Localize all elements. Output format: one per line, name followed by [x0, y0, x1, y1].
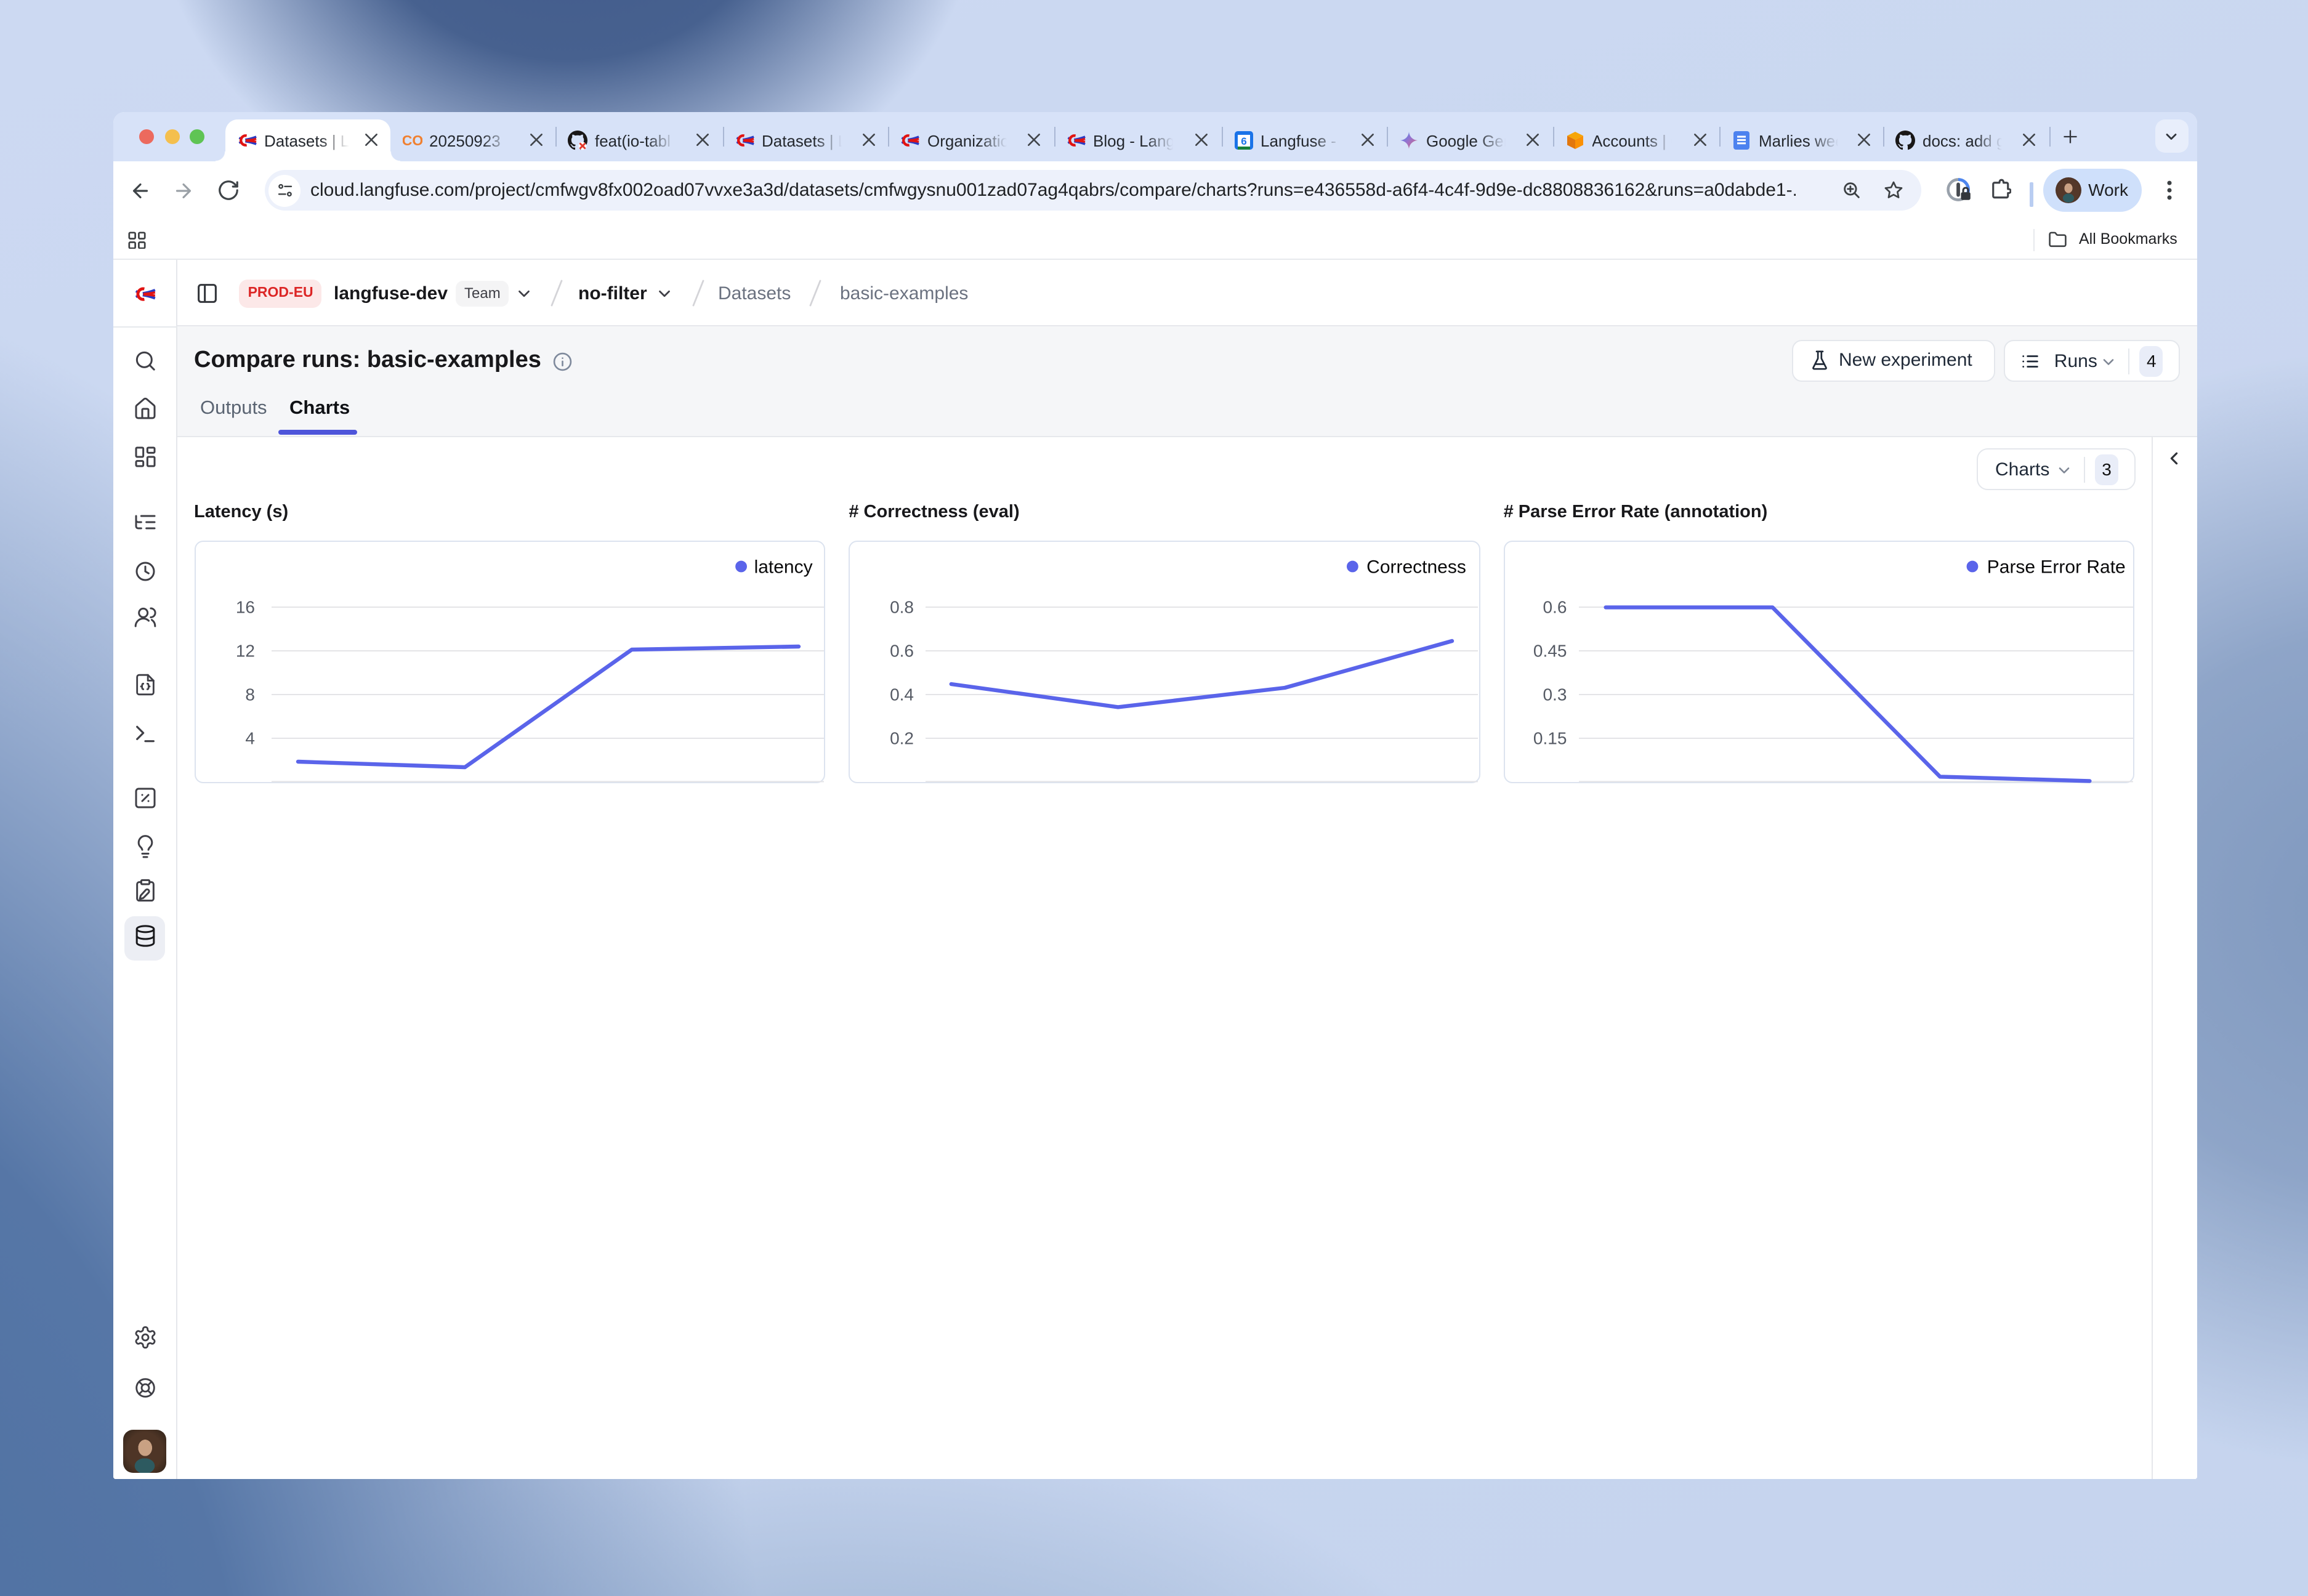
svg-text:12: 12: [235, 640, 254, 659]
svg-text:CO: CO: [402, 132, 422, 148]
svg-text:0.4: 0.4: [890, 684, 914, 703]
svg-text:4: 4: [244, 728, 254, 747]
svg-text:0.2: 0.2: [890, 728, 914, 747]
svg-text:16: 16: [235, 597, 254, 616]
svg-text:0.6: 0.6: [1543, 597, 1567, 616]
svg-text:0.3: 0.3: [1543, 684, 1567, 703]
svg-text:0.6: 0.6: [890, 640, 914, 659]
svg-text:8: 8: [244, 684, 254, 703]
svg-text:6: 6: [1240, 135, 1246, 147]
svg-text:Parse Error Rate: Parse Error Rate: [1987, 557, 2125, 577]
svg-text:0.15: 0.15: [1533, 728, 1567, 747]
svg-text:Correctness: Correctness: [1367, 557, 1467, 577]
svg-text:0.8: 0.8: [890, 597, 914, 616]
svg-text:0.45: 0.45: [1533, 640, 1567, 659]
svg-text:latency: latency: [754, 557, 812, 577]
